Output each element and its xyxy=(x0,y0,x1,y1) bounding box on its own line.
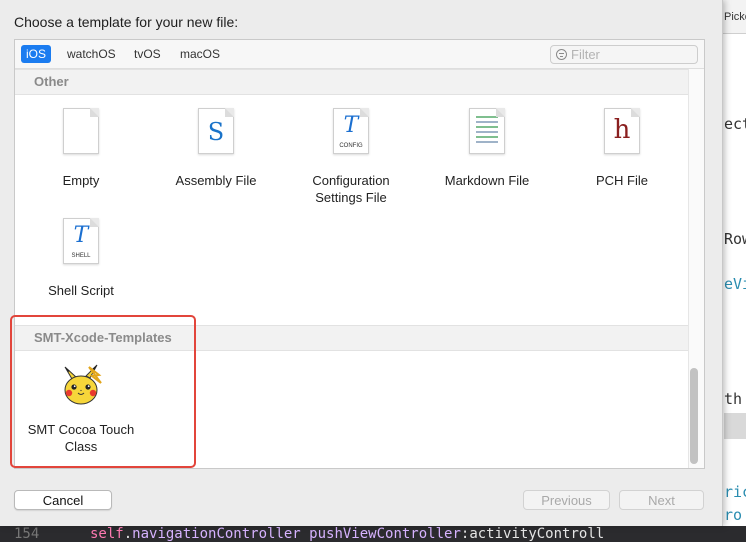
filter-icon xyxy=(556,49,567,60)
sheet-title: Choose a template for your new file: xyxy=(14,14,239,30)
previous-button[interactable]: Previous xyxy=(523,490,610,510)
section-header-other: Other xyxy=(15,69,688,95)
code-self: self xyxy=(90,526,124,542)
template-configuration-settings-file[interactable]: T CONFIG Configuration Settings File xyxy=(286,108,416,206)
template-label: PCH File xyxy=(595,173,648,188)
template-assembly-file[interactable]: S Assembly File xyxy=(151,108,281,189)
current-line-highlight xyxy=(724,413,746,439)
template-shell-script[interactable]: T SHELL Shell Script xyxy=(16,218,146,299)
template-label: Shell Script xyxy=(48,283,114,298)
blank-document-icon xyxy=(63,108,99,154)
scrollbar-thumb[interactable] xyxy=(690,368,698,464)
config-document-icon: T CONFIG xyxy=(333,108,369,154)
code-fragment: th xyxy=(724,390,743,408)
template-label: Empty xyxy=(62,173,100,188)
template-empty[interactable]: Empty xyxy=(16,108,146,189)
tab-ios[interactable]: iOS xyxy=(21,45,52,63)
code-method: navigationController pushViewController xyxy=(132,526,461,542)
code-fragment: ro xyxy=(724,506,743,524)
tab-macos[interactable]: macOS xyxy=(175,45,225,63)
platform-tab-bar: iOS watchOS tvOS macOS xyxy=(15,40,704,69)
cancel-button[interactable]: Cancel xyxy=(14,490,112,510)
template-markdown-file[interactable]: Markdown File xyxy=(422,108,552,189)
template-chooser-sheet: Choose a template for your new file: iOS… xyxy=(0,0,723,526)
template-label: Configuration Settings File xyxy=(312,173,390,205)
shell-caption: SHELL xyxy=(71,253,91,259)
header-h-document-icon: h xyxy=(604,108,640,154)
markdown-document-icon xyxy=(469,108,505,154)
code-fragment: ric xyxy=(724,483,746,501)
code-fragment: eVi xyxy=(724,275,746,293)
filter-field[interactable] xyxy=(550,45,698,64)
filter-input[interactable] xyxy=(571,47,691,62)
tab-watchos[interactable]: watchOS xyxy=(62,45,121,63)
code-dot: . xyxy=(123,526,133,542)
next-button[interactable]: Next xyxy=(619,490,704,510)
code-arg: activityControll xyxy=(469,526,605,542)
assembly-s-document-icon: S xyxy=(198,108,234,154)
highlight-annotation-box xyxy=(10,315,196,468)
tab-tvos[interactable]: tvOS xyxy=(129,45,166,63)
code-fragment: ect xyxy=(724,115,746,133)
template-label: Markdown File xyxy=(444,173,530,188)
code-line-bottom: 154 self.navigationController pushViewCon… xyxy=(0,526,746,542)
code-fragment: Row xyxy=(724,230,746,248)
editor-tab[interactable]: Picke xyxy=(720,0,746,34)
shell-document-icon: T SHELL xyxy=(63,218,99,264)
template-label: Assembly File xyxy=(175,173,257,188)
line-number: 154 xyxy=(14,526,40,542)
config-caption: CONFIG xyxy=(339,143,363,149)
template-pch-file[interactable]: h PCH File xyxy=(557,108,687,189)
